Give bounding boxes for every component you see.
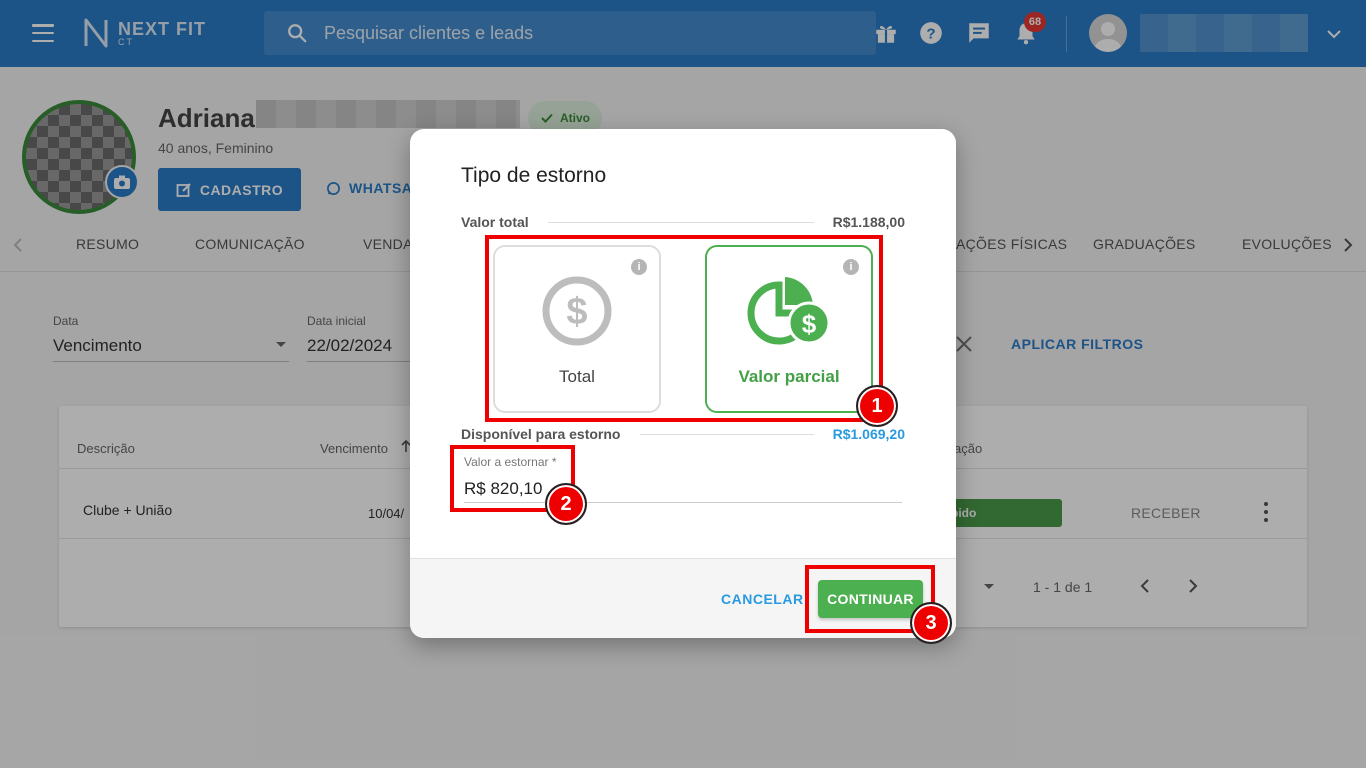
valor-total-value: R$1.188,00 [832, 214, 905, 230]
disponivel-label: Disponível para estorno [461, 426, 621, 442]
annotation-step-2: 2 [545, 483, 587, 525]
annotation-box-options [485, 235, 883, 422]
valor-total-divider [548, 222, 814, 223]
valor-total-label: Valor total [461, 214, 529, 230]
disponivel-value: R$1.069,20 [832, 426, 905, 442]
disponivel-divider [640, 434, 814, 435]
annotation-step-3: 3 [910, 602, 952, 644]
cancel-button[interactable]: CANCELAR [721, 591, 804, 607]
annotation-step-1: 1 [856, 385, 898, 427]
dialog-title: Tipo de estorno [461, 164, 607, 187]
